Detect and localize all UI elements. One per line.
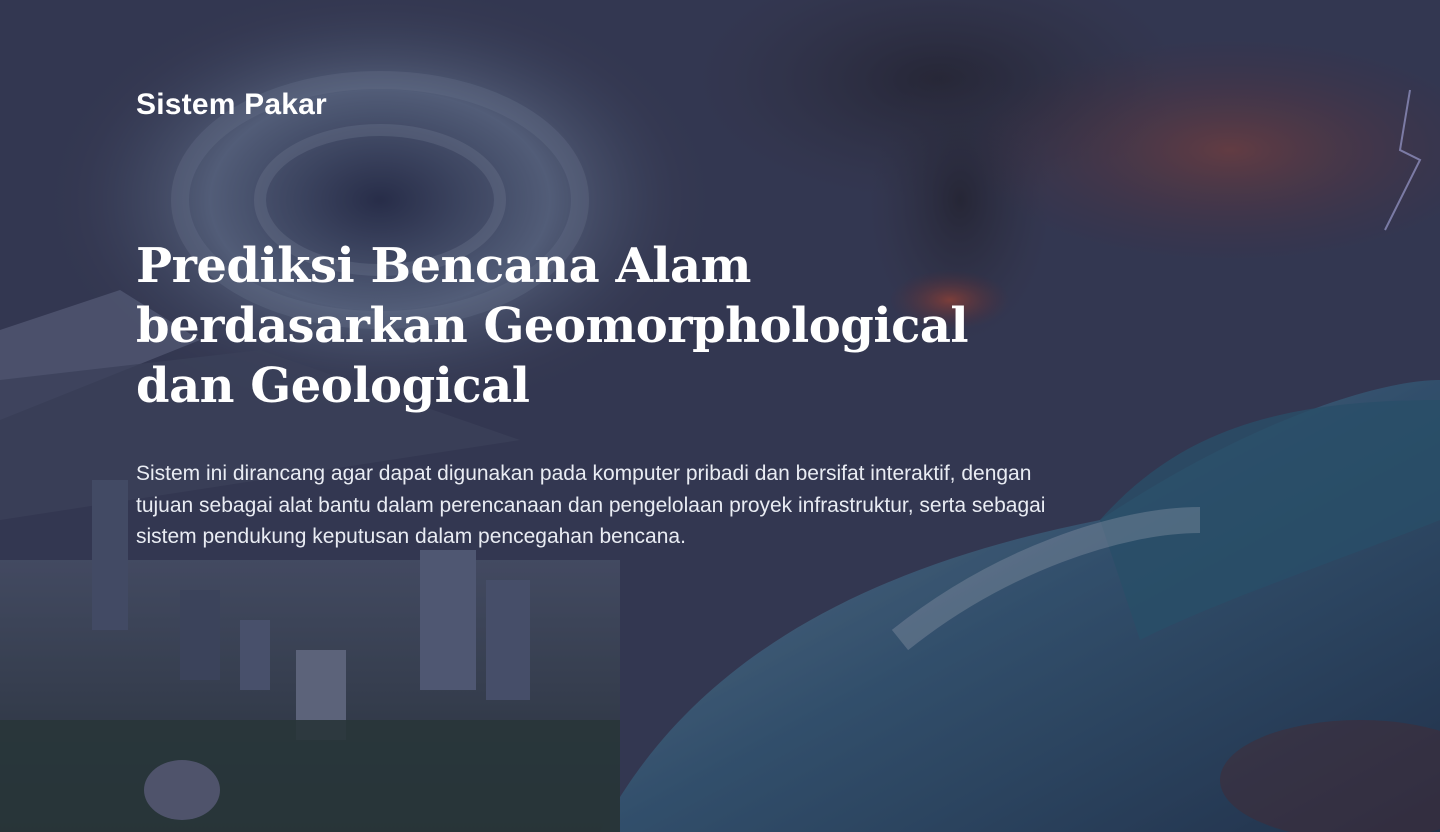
hero-section: Sistem Pakar Prediksi Bencana Alam berda… [0, 0, 1440, 832]
hero-headline: Prediksi Bencana Alam berdasarkan Geomor… [136, 236, 1036, 416]
hero-description-line: sistem pendukung keputusan dalam pencega… [136, 525, 686, 548]
hero-description-line: Sistem ini dirancang agar dapat digunaka… [136, 462, 1032, 485]
hero-headline-line: dan Geological [136, 358, 530, 414]
hero-headline-line: Prediksi Bencana Alam [136, 238, 751, 294]
brand-title: Sistem Pakar [136, 88, 327, 121]
hero-description: Sistem ini dirancang agar dapat digunaka… [136, 458, 1096, 553]
background-dim-overlay [0, 0, 1440, 832]
hero-description-line: tujuan sebagai alat bantu dalam perencan… [136, 493, 1046, 517]
hero-headline-line: berdasarkan Geomorphological [136, 298, 969, 354]
